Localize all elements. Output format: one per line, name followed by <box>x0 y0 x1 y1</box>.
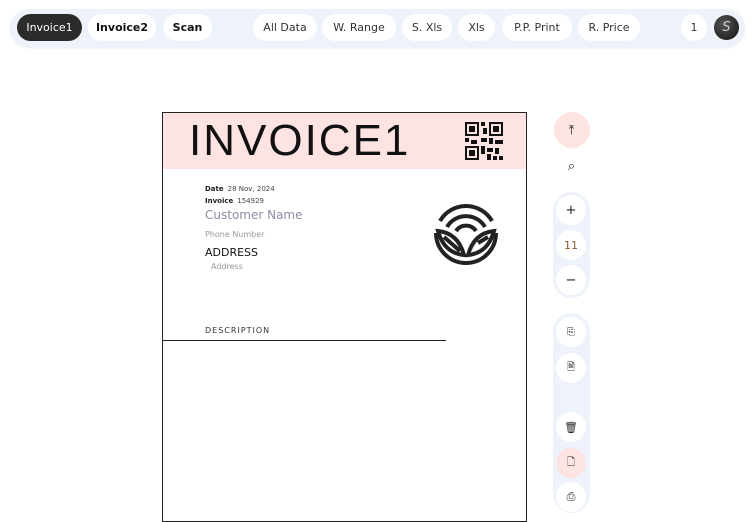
export-code-button[interactable]: ⎘ <box>556 317 586 347</box>
top-nav: Invoice1 Invoice2 Scan All Data W. Range… <box>10 9 745 47</box>
invoice-paper: INVOICE1 Date 28 Nov, 2024 Invoice 154929 … <box>162 112 527 522</box>
leaf-logo-icon <box>434 203 498 265</box>
search-button-wrap: ⌕ <box>553 151 590 181</box>
add-file-button[interactable]: 🗋 <box>556 448 586 478</box>
invoice-number-row: Invoice 154929 <box>205 188 264 207</box>
phone-field[interactable]: Phone Number <box>205 230 264 239</box>
r-price-button[interactable]: R. Price <box>578 14 640 41</box>
invoice-title: INVOICE1 <box>189 116 411 165</box>
tab-scan[interactable]: Scan <box>163 14 212 41</box>
zoom-in-button[interactable]: + <box>556 195 586 225</box>
zoom-out-icon: − <box>565 272 577 288</box>
w-range-button[interactable]: W. Range <box>322 14 396 41</box>
qr-code-icon <box>465 122 503 160</box>
s-xls-button[interactable]: S. Xls <box>402 14 452 41</box>
address-label: ADDRESS <box>205 246 259 259</box>
file-actions-group: ⎘ 🗎 🗑 🗋 ⎙ <box>553 313 590 513</box>
zoom-out-button[interactable]: − <box>556 265 586 295</box>
upload-button-wrap: ⤒ <box>553 112 590 148</box>
file-add-icon: 🗋 <box>566 456 576 468</box>
zoom-group: + 11 − <box>553 192 590 298</box>
upload-button[interactable]: ⤒ <box>553 112 590 148</box>
xls-button[interactable]: Xls <box>458 14 495 41</box>
zoom-in-icon: + <box>565 202 577 218</box>
print-icon: ⎙ <box>566 490 576 503</box>
avatar[interactable]: S <box>714 15 739 40</box>
description-label: DESCRIPTION <box>205 326 271 335</box>
address-field[interactable]: Address <box>211 262 243 271</box>
trash-icon: 🗑 <box>564 420 578 434</box>
import-code-button[interactable]: 🗎 <box>556 353 586 383</box>
description-divider <box>163 340 446 341</box>
zoom-level: 11 <box>556 230 586 260</box>
pp-print-button[interactable]: P.P. Print <box>502 14 572 41</box>
delete-button[interactable]: 🗑 <box>556 412 586 442</box>
search-icon: ⌕ <box>567 158 576 174</box>
file-code-icon: ⎘ <box>567 326 575 338</box>
customer-name-field[interactable]: Customer Name <box>205 208 303 222</box>
page-count[interactable]: 1 <box>681 14 707 41</box>
file-code-icon: 🗎 <box>566 361 576 373</box>
upload-icon: ⤒ <box>568 122 575 138</box>
signature-icon: S <box>722 20 731 35</box>
all-data-button[interactable]: All Data <box>253 14 317 41</box>
tab-invoice1[interactable]: Invoice1 <box>17 14 82 41</box>
search-button[interactable]: ⌕ <box>557 151 587 181</box>
invoice-number-value: 154929 <box>237 197 264 205</box>
invoice-number-label: Invoice <box>205 197 234 205</box>
invoice-header: INVOICE1 <box>163 113 526 169</box>
tab-invoice2[interactable]: Invoice2 <box>88 14 156 41</box>
